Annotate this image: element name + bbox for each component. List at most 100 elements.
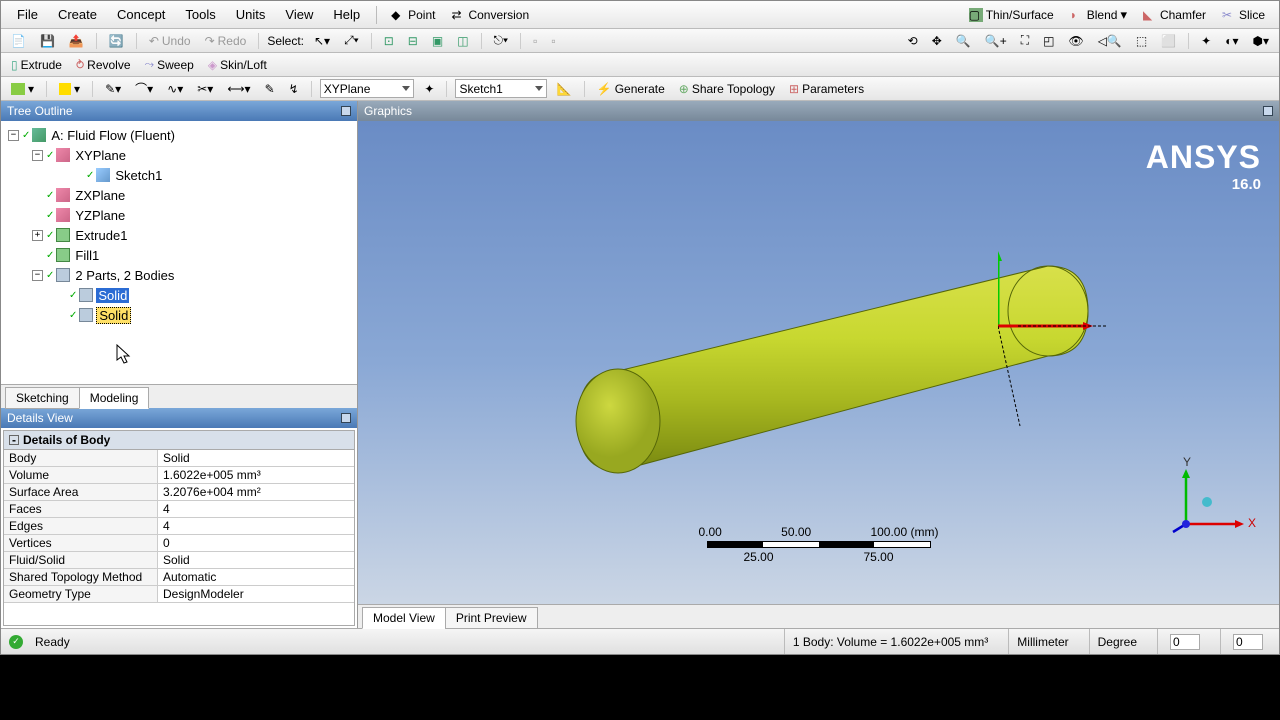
share-topology-button[interactable]: ⊕Share Topology [675, 81, 779, 97]
revolve-icon: ⥁ [76, 58, 84, 72]
details-row[interactable]: Shared Topology MethodAutomatic [4, 569, 354, 586]
plane-button[interactable]: ✦ [1197, 33, 1215, 49]
graphics-viewport[interactable]: ANSYS 16.0 [358, 121, 1279, 604]
tree-root[interactable]: −✓A: Fluid Flow (Fluent) [1, 125, 357, 145]
extrude-button[interactable]: ▯Extrude [7, 57, 66, 73]
pin-icon[interactable] [1263, 106, 1273, 116]
body-icon: ◫ [457, 34, 468, 48]
sweep-icon: ⤳ [145, 57, 155, 72]
tree-fill1[interactable]: ✓Fill1 [1, 245, 357, 265]
plane-color[interactable]: ▾ [7, 81, 38, 97]
tab-print-preview[interactable]: Print Preview [445, 607, 538, 629]
details-value: 3.2076e+004 mm² [158, 484, 354, 500]
status-ok-icon: ✓ [9, 635, 23, 649]
triad-mini[interactable]: Y X [1171, 454, 1261, 544]
redo-button[interactable]: ↷Redo [201, 33, 251, 49]
sweep-button[interactable]: ⤳Sweep [141, 56, 198, 73]
skin-button[interactable]: ◈Skin/Loft [204, 57, 271, 73]
prev-view-button[interactable]: ◁🔍 [1094, 33, 1126, 49]
tab-sketching[interactable]: Sketching [5, 387, 80, 409]
details-row[interactable]: BodySolid [4, 450, 354, 467]
details-row[interactable]: Geometry TypeDesignModeler [4, 586, 354, 603]
extend-button[interactable]: ⎋▾ [490, 32, 513, 49]
sel-point[interactable]: ⊡ [380, 33, 398, 49]
generate-button[interactable]: ⚡Generate [593, 81, 669, 97]
tree-zxplane[interactable]: ✓ZXPlane [1, 185, 357, 205]
details-row[interactable]: Edges4 [4, 518, 354, 535]
brand-logo: ANSYS 16.0 [1146, 139, 1261, 193]
pan-button[interactable]: ✥ [928, 33, 946, 49]
details-row[interactable]: Volume1.6022e+005 mm³ [4, 467, 354, 484]
sel-edge[interactable]: ⊟ [404, 33, 422, 49]
revolve-button[interactable]: ⥁Revolve [72, 57, 135, 73]
details-value: 4 [158, 518, 354, 534]
plane-icon [56, 148, 70, 162]
zoom-button[interactable]: 🔍 [952, 33, 975, 49]
tree-solid1[interactable]: ✓Solid [1, 285, 357, 305]
tree-yzplane[interactable]: ✓YZPlane [1, 205, 357, 225]
parameters-button[interactable]: ⊞Parameters [785, 81, 868, 97]
undo-button[interactable]: ↶Undo [145, 33, 195, 49]
pin-icon[interactable] [341, 413, 351, 423]
plane-select[interactable]: XYPlane [320, 79, 415, 98]
zoom-box-button[interactable]: ◰ [1039, 33, 1058, 49]
menu-help[interactable]: Help [325, 4, 368, 25]
details-row[interactable]: Faces4 [4, 501, 354, 518]
chamfer-button[interactable]: ◣Chamfer [1137, 6, 1212, 24]
color-swatch[interactable]: ▾ [55, 81, 84, 97]
menu-file[interactable]: File [9, 4, 46, 25]
point-button[interactable]: ◆Point [385, 6, 441, 24]
tab-modeling[interactable]: Modeling [79, 387, 150, 409]
tree-solid2[interactable]: ✓Solid [1, 305, 357, 325]
curve-tool[interactable]: ∿▾ [163, 81, 187, 97]
tree-outline[interactable]: −✓A: Fluid Flow (Fluent) −✓XYPlane ✓Sket… [1, 121, 357, 384]
select-cursor[interactable]: ↖▾ [310, 33, 334, 49]
shade-button[interactable]: ◐▾ [1221, 33, 1242, 49]
details-row[interactable]: Surface Area3.2076e+004 mm² [4, 484, 354, 501]
tree-parts[interactable]: −✓2 Parts, 2 Bodies [1, 265, 357, 285]
tree-sketch1[interactable]: ✓Sketch1 [1, 165, 357, 185]
dim-tool[interactable]: ⟷▾ [223, 81, 254, 97]
new-sketch-button[interactable]: 📐 [553, 81, 576, 97]
sel-body[interactable]: ◫ [453, 33, 472, 49]
line-tool[interactable]: ✎▾ [101, 81, 125, 97]
rotate-button[interactable]: ⟲ [904, 33, 922, 49]
refresh-button[interactable]: 🔄 [105, 33, 128, 49]
menu-create[interactable]: Create [50, 4, 105, 25]
details-key: Faces [4, 501, 158, 517]
extend-icon: ⎋▾ [494, 33, 509, 48]
slice-button[interactable]: ✂Slice [1216, 6, 1271, 24]
pen-tool[interactable]: ✎ [261, 81, 279, 97]
menu-view[interactable]: View [277, 4, 321, 25]
wire-button[interactable]: ⬢▾ [1249, 33, 1274, 49]
menu-concept[interactable]: Concept [109, 4, 173, 25]
point-icon: ◆ [391, 8, 405, 22]
tree-xyplane[interactable]: −✓XYPlane [1, 145, 357, 165]
menu-units[interactable]: Units [228, 4, 274, 25]
sel-face[interactable]: ▣ [428, 33, 447, 49]
bolt-tool[interactable]: ↯ [285, 81, 303, 97]
arc-tool[interactable]: ⌒▾ [131, 79, 157, 98]
trim-tool[interactable]: ✂▾ [193, 81, 217, 97]
iso-button[interactable]: ⬚ [1132, 33, 1151, 49]
thin-button[interactable]: ▢Thin/Surface [963, 6, 1060, 24]
zoom-in-button[interactable]: 🔍+ [981, 33, 1011, 49]
pin-icon[interactable] [341, 106, 351, 116]
save-button[interactable]: 💾 [36, 33, 59, 49]
display-button[interactable]: ⬜ [1157, 33, 1180, 49]
menu-tools[interactable]: Tools [177, 4, 223, 25]
export-button[interactable]: 📤 [65, 33, 88, 49]
details-row[interactable]: Vertices0 [4, 535, 354, 552]
tab-model-view[interactable]: Model View [362, 607, 446, 629]
zoom-fit-button[interactable]: ⛶ [1017, 32, 1033, 49]
blend-button[interactable]: ◗Blend ▾ [1064, 5, 1133, 25]
select-filter[interactable]: ⤢▾ [340, 32, 363, 49]
look-at-button[interactable]: 👁 [1064, 33, 1087, 49]
conversion-button[interactable]: ⇄Conversion [445, 6, 535, 24]
new-button[interactable]: 📄 [7, 33, 30, 49]
sketch-select[interactable]: Sketch1 [455, 79, 546, 98]
new-plane-button[interactable]: ✦ [420, 81, 438, 97]
status-val2: 0 [1220, 629, 1271, 654]
details-row[interactable]: Fluid/SolidSolid [4, 552, 354, 569]
tree-extrude1[interactable]: +✓Extrude1 [1, 225, 357, 245]
